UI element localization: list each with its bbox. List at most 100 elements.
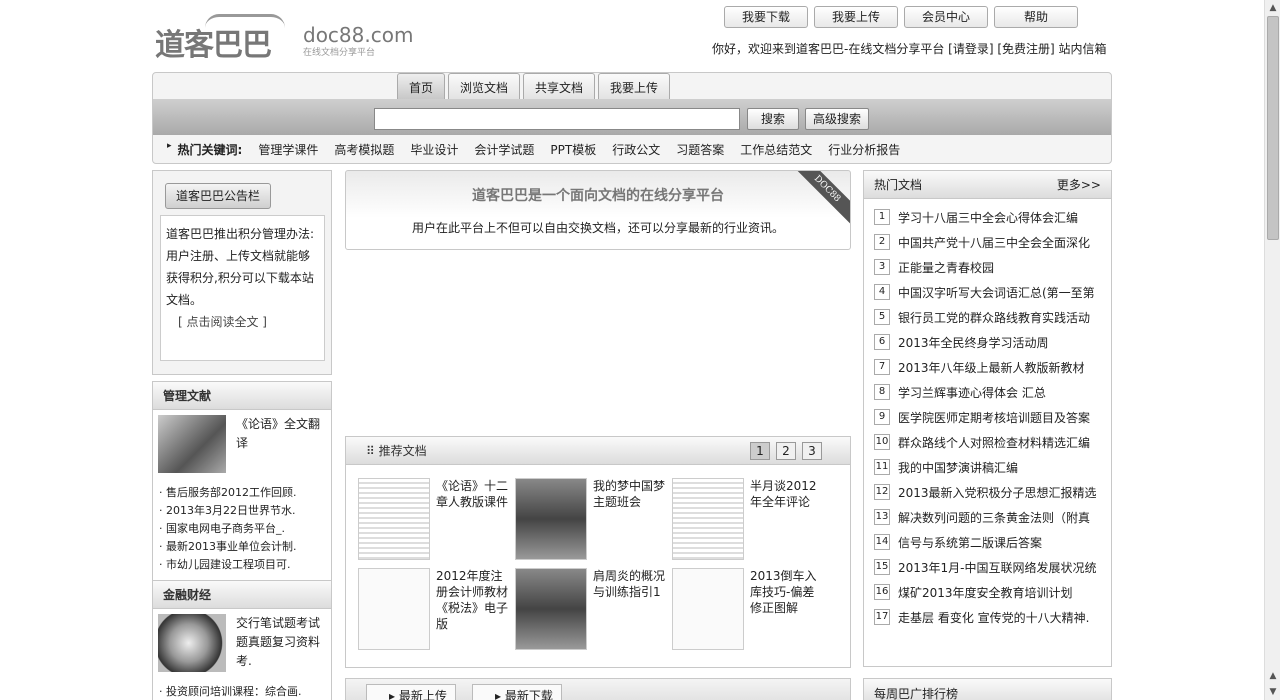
doc-title[interactable]: 2013倒车入库技巧-偏差修正图解 <box>750 568 826 616</box>
member-center-button[interactable]: 会员中心 <box>904 6 988 28</box>
hot-doc-item[interactable]: 15 2013年1月-中国互联网络发展状况统 <box>874 559 1104 584</box>
hot-keyword[interactable]: 习题答案 <box>676 141 724 158</box>
hot-keyword[interactable]: 工作总结范文 <box>740 141 812 158</box>
management-title[interactable]: 管理文献 <box>153 382 331 410</box>
scroll-down-icon[interactable]: ▲ <box>1267 670 1279 682</box>
hot-doc-title[interactable]: 学习十八届三中全会心得体会汇编 <box>898 209 1078 226</box>
hot-keyword[interactable]: 毕业设计 <box>410 141 458 158</box>
feature-title[interactable]: 交行笔试题考试题真题复习资料考. <box>226 614 326 672</box>
page-button[interactable]: 3 <box>802 442 822 460</box>
notice-read-more-link[interactable]: [ 点击阅读全文 ] <box>166 311 319 333</box>
hot-doc-title[interactable]: 煤矿2013年度安全教育培训计划 <box>898 584 1073 601</box>
hot-doc-item[interactable]: 8 学习兰辉事迹心得体会 汇总 <box>874 384 1104 409</box>
hot-doc-title[interactable]: 正能量之青春校园 <box>898 259 994 276</box>
list-item[interactable]: · 国家电网电子商务平台_. <box>159 520 325 538</box>
advanced-search-button[interactable]: 高级搜索 <box>805 108 869 130</box>
scroll-down-icon[interactable]: ▼ <box>1267 686 1279 698</box>
hot-doc-item[interactable]: 11 我的中国梦演讲稿汇编 <box>874 459 1104 484</box>
hot-doc-title[interactable]: 学习兰辉事迹心得体会 汇总 <box>898 384 1046 401</box>
doc-thumbnail[interactable] <box>358 568 430 650</box>
welcome-text[interactable]: 你好，欢迎来到道客巴巴-在线文档分享平台 [请登录] [免费注册] 站内信箱 <box>712 40 1107 57</box>
hot-doc-item[interactable]: 13 解决数列问题的三条黄金法则（附真 <box>874 509 1104 534</box>
page-button[interactable]: 2 <box>776 442 796 460</box>
hot-doc-title[interactable]: 2013年1月-中国互联网络发展状况统 <box>898 559 1097 576</box>
doc-thumbnail[interactable] <box>672 568 744 650</box>
scroll-up-icon[interactable]: ▲ <box>1267 2 1279 14</box>
feature-thumbnail[interactable] <box>158 415 226 473</box>
hot-doc-title[interactable]: 2013最新入党积极分子思想汇报精选 <box>898 484 1097 501</box>
doc-title[interactable]: 半月谈2012年全年评论 <box>750 478 826 510</box>
hot-doc-title[interactable]: 中国共产党十八届三中全会全面深化 <box>898 234 1090 251</box>
hot-doc-title[interactable]: 银行员工党的群众路线教育实践活动 <box>898 309 1090 326</box>
doc-title[interactable]: 《论语》十二章人教版课件 <box>436 478 512 510</box>
hot-doc-item[interactable]: 5 银行员工党的群众路线教育实践活动 <box>874 309 1104 334</box>
management-feature[interactable]: 《论语》全文翻译 <box>153 410 331 478</box>
tab-shared[interactable]: 共享文档 <box>523 73 596 99</box>
tab-upload[interactable]: 我要上传 <box>598 73 671 99</box>
hot-doc-item[interactable]: 3 正能量之青春校园 <box>874 259 1104 284</box>
hot-doc-item[interactable]: 4 中国汉字听写大会词语汇总(第一至第 <box>874 284 1104 309</box>
hot-keyword[interactable]: 管理学课件 <box>258 141 318 158</box>
search-button[interactable]: 搜索 <box>747 108 799 130</box>
hot-doc-item[interactable]: 6 2013年全民终身学习活动周 <box>874 334 1104 359</box>
tab-latest-download[interactable]: ▸ 最新下载 <box>472 684 562 700</box>
doc-thumbnail[interactable] <box>672 478 744 560</box>
hot-doc-title[interactable]: 信号与系统第二版课后答案 <box>898 534 1042 551</box>
hot-doc-item[interactable]: 16 煤矿2013年度安全教育培训计划 <box>874 584 1104 609</box>
doc-card[interactable]: 半月谈2012年全年评论 <box>672 478 822 560</box>
hot-keyword[interactable]: 行业分析报告 <box>828 141 900 158</box>
help-button[interactable]: 帮助 <box>994 6 1078 28</box>
hot-keyword[interactable]: 会计学试题 <box>474 141 534 158</box>
hot-keyword[interactable]: 高考模拟题 <box>334 141 394 158</box>
scrollbar-thumb[interactable] <box>1267 16 1279 240</box>
doc-title[interactable]: 我的梦中国梦主题班会 <box>593 478 669 510</box>
doc-card[interactable]: 2013倒车入库技巧-偏差修正图解 <box>672 568 822 650</box>
hot-doc-title[interactable]: 2013年全民终身学习活动周 <box>898 334 1049 351</box>
list-item[interactable]: · 最新2013事业单位会计制. <box>159 538 325 556</box>
hot-doc-title[interactable]: 中国汉字听写大会词语汇总(第一至第 <box>898 284 1095 301</box>
hot-keyword[interactable]: PPT模板 <box>550 141 596 158</box>
list-item[interactable]: · 2013年3月22日世界节水. <box>159 502 325 520</box>
list-item[interactable]: · 投资顾问培训课程：综合画. <box>159 683 325 700</box>
doc-card[interactable]: 2012年度注册会计师教材《税法》电子版 <box>358 568 508 650</box>
vertical-scrollbar[interactable]: ▲ ▲ ▼ <box>1264 0 1280 700</box>
tab-home[interactable]: 首页 <box>397 73 446 99</box>
hot-doc-title[interactable]: 医学院医师定期考核培训题目及答案 <box>898 409 1090 426</box>
hot-doc-item[interactable]: 12 2013最新入党积极分子思想汇报精选 <box>874 484 1104 509</box>
hot-doc-item[interactable]: 2 中国共产党十八届三中全会全面深化 <box>874 234 1104 259</box>
doc-card[interactable]: 肩周炎的概况与训练指引1 <box>515 568 665 650</box>
tab-latest-upload[interactable]: ▸ 最新上传 <box>366 684 456 700</box>
hot-keyword[interactable]: 行政公文 <box>612 141 660 158</box>
hot-doc-item[interactable]: 17 走基层 看变化 宣传党的十八大精神. <box>874 609 1104 634</box>
hot-doc-title[interactable]: 2013年八年级上最新人教版新教材 <box>898 359 1085 376</box>
doc-thumbnail[interactable] <box>515 568 587 650</box>
doc-card[interactable]: 我的梦中国梦主题班会 <box>515 478 665 560</box>
download-button[interactable]: 我要下载 <box>724 6 808 28</box>
hot-doc-item[interactable]: 9 医学院医师定期考核培训题目及答案 <box>874 409 1104 434</box>
hot-doc-title[interactable]: 解决数列问题的三条黄金法则（附真 <box>898 509 1090 526</box>
doc-card[interactable]: 《论语》十二章人教版课件 <box>358 478 508 560</box>
weekly-ranking-header[interactable]: 每周巴广排行榜 <box>863 678 1112 700</box>
hot-doc-item[interactable]: 14 信号与系统第二版课后答案 <box>874 534 1104 559</box>
hot-doc-item[interactable]: 7 2013年八年级上最新人教版新教材 <box>874 359 1104 384</box>
hot-doc-title[interactable]: 我的中国梦演讲稿汇编 <box>898 459 1018 476</box>
hot-doc-title[interactable]: 走基层 看变化 宣传党的十八大精神. <box>898 609 1089 626</box>
doc-title[interactable]: 2012年度注册会计师教材《税法》电子版 <box>436 568 512 632</box>
hot-doc-item[interactable]: 10 群众路线个人对照检查材料精选汇编 <box>874 434 1104 459</box>
feature-thumbnail[interactable] <box>158 614 226 672</box>
feature-title[interactable]: 《论语》全文翻译 <box>226 415 326 473</box>
tab-browse[interactable]: 浏览文档 <box>448 73 521 99</box>
hot-doc-item[interactable]: 1 学习十八届三中全会心得体会汇编 <box>874 209 1104 234</box>
doc-title[interactable]: 肩周炎的概况与训练指引1 <box>593 568 669 600</box>
doc-thumbnail[interactable] <box>358 478 430 560</box>
finance-feature[interactable]: 交行笔试题考试题真题复习资料考. <box>153 609 331 677</box>
page-button[interactable]: 1 <box>750 442 770 460</box>
hot-doc-title[interactable]: 群众路线个人对照检查材料精选汇编 <box>898 434 1090 451</box>
doc-thumbnail[interactable] <box>515 478 587 560</box>
notice-title[interactable]: 道客巴巴公告栏 <box>165 183 271 209</box>
finance-title[interactable]: 金融财经 <box>153 581 331 609</box>
upload-button[interactable]: 我要上传 <box>814 6 898 28</box>
search-input[interactable] <box>374 108 740 130</box>
list-item[interactable]: · 市幼儿园建设工程项目可. <box>159 556 325 574</box>
more-link[interactable]: 更多>> <box>1057 171 1101 199</box>
